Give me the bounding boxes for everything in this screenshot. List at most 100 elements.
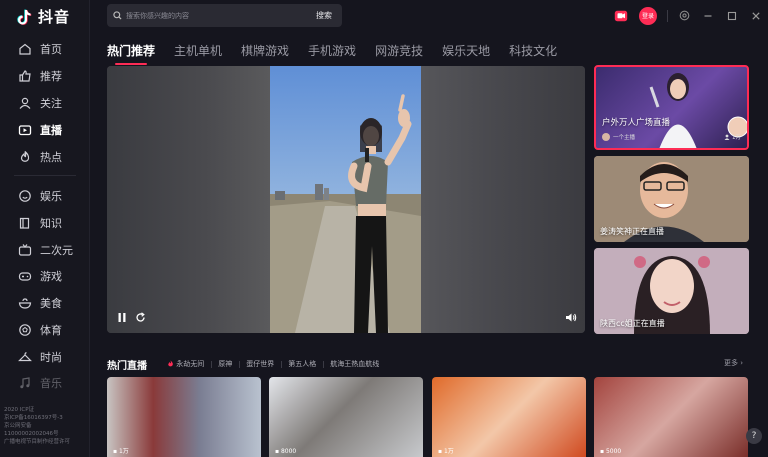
tab-mobile-games[interactable]: 手机游戏 [308, 42, 356, 59]
recommend-author: 一个主播 [602, 133, 635, 141]
search-input[interactable]: 搜索你感兴趣的内容 [126, 11, 306, 21]
recommend-caption: 姜涛笑神正在直播 [600, 227, 664, 236]
food-icon [18, 298, 32, 309]
sidebar-item-food[interactable]: 美食 [18, 293, 62, 313]
sidebar-item-knowledge[interactable]: 知识 [18, 213, 62, 233]
thumb-icon [19, 70, 31, 82]
toolbar-divider [667, 9, 668, 22]
live-video-player[interactable] [107, 66, 585, 333]
view-count: ▪ 5000 [600, 448, 622, 455]
sidebar-item-label: 二次元 [40, 244, 73, 257]
logo[interactable]: 抖音 [14, 6, 70, 27]
tab-online-games[interactable]: 网游竞技 [375, 42, 423, 59]
ball-icon [19, 324, 31, 336]
view-count: ▪ 1万 [438, 448, 454, 455]
hanger-icon [18, 352, 32, 362]
hot-live-thumb-4[interactable]: ▪ 5000 [594, 377, 748, 457]
viewer-count: 1万 [724, 133, 741, 141]
recommend-caption: 户外万人广场直播 [602, 118, 671, 128]
sidebar-item-music[interactable]: 音乐 [18, 373, 62, 393]
footer-line: 京ICP备16016397号-3 [4, 415, 63, 421]
sidebar-item-follow[interactable]: 关注 [18, 93, 62, 113]
help-button[interactable]: ? [746, 428, 762, 444]
chevron-right-icon: › [740, 359, 744, 367]
recommend-card-1[interactable]: 户外万人广场直播 一个主播 1万 [594, 65, 749, 150]
view-count-label: 1万 [118, 448, 129, 455]
sidebar-item-sports[interactable]: 体育 [18, 320, 62, 340]
tab-tech-culture[interactable]: 科技文化 [509, 42, 557, 59]
tab-board-games[interactable]: 棋牌游戏 [241, 42, 289, 59]
sidebar-item-recommend[interactable]: 推荐 [18, 66, 62, 86]
book-icon [19, 217, 30, 229]
hot-live-thumb-1[interactable]: ▪ 1万 [107, 377, 261, 457]
user-icon [19, 97, 31, 109]
sidebar-item-entertainment[interactable]: 娱乐 [18, 186, 62, 206]
sidebar-item-live[interactable]: 直播 [18, 120, 62, 140]
sidebar-item-label: 关注 [40, 97, 62, 110]
viewer-icon [724, 134, 730, 140]
refresh-button[interactable] [135, 312, 146, 323]
sidebar-item-label: 体育 [40, 324, 62, 337]
volume-button[interactable] [565, 312, 577, 323]
footer-line: 京公网安备 [4, 423, 32, 429]
view-count-label: 1万 [443, 448, 454, 455]
close-icon[interactable] [744, 4, 768, 27]
sidebar-item-label: 知识 [40, 217, 62, 230]
view-count-label: 8000 [280, 448, 297, 455]
sidebar-item-home[interactable]: 首页 [18, 39, 62, 59]
hot-category[interactable]: 原神 [211, 359, 239, 369]
sidebar-item-label: 热点 [40, 151, 62, 164]
hot-category[interactable]: 蛋仔世界 [239, 359, 281, 369]
sidebar-item-hot[interactable]: 热点 [18, 147, 62, 167]
recommend-caption: 陕西cc姐正在直播 [600, 319, 665, 328]
login-button[interactable]: 登录 [639, 6, 657, 25]
sidebar-item-label: 首页 [40, 43, 62, 56]
hot-category[interactable]: 永劫无间 [160, 359, 211, 369]
hot-live-categories: 永劫无间 原神 蛋仔世界 第五人格 航海王热血航线 [160, 359, 386, 369]
settings-icon[interactable] [672, 4, 696, 27]
sidebar-item-label: 直播 [40, 124, 62, 137]
recommend-card-2[interactable]: 姜涛笑神正在直播 [594, 156, 749, 242]
search-button[interactable]: 搜索 [306, 7, 342, 24]
douyin-logo-icon [14, 7, 34, 27]
sidebar: 抖音 首页 推荐 关注 直播 热点 娱乐 知识 二次元 游戏 美食 体育 时尚 … [0, 0, 90, 457]
video-blur-left [107, 66, 270, 333]
pause-button[interactable] [117, 312, 127, 323]
minimize-icon[interactable] [696, 4, 720, 27]
footer-line: 2020 ICP证 [4, 407, 35, 413]
tab-hot-recommend[interactable]: 热门推荐 [107, 42, 155, 65]
hot-category[interactable]: 第五人格 [281, 359, 323, 369]
hot-live-thumb-3[interactable]: ▪ 1万 [432, 377, 586, 457]
brand-name: 抖音 [38, 8, 71, 26]
sidebar-item-label: 游戏 [40, 270, 62, 283]
tv-icon [18, 244, 32, 256]
sidebar-item-anime[interactable]: 二次元 [18, 240, 73, 260]
hot-category-label: 永劫无间 [176, 360, 205, 368]
footer-line: 11000002002046号 [4, 431, 59, 437]
gamepad-icon [18, 272, 32, 281]
more-label: 更多 [724, 359, 738, 367]
tab-console-games[interactable]: 主机单机 [174, 42, 222, 59]
hot-live-thumb-2[interactable]: ▪ 8000 [269, 377, 423, 457]
category-tabs: 热门推荐 主机单机 棋牌游戏 手机游戏 网游竞技 娱乐天地 科技文化 [107, 42, 557, 65]
music-icon [20, 377, 30, 389]
video-blur-right [421, 66, 585, 333]
search-bar[interactable]: 搜索你感兴趣的内容 搜索 [107, 4, 342, 27]
sidebar-item-label: 美食 [40, 297, 62, 310]
maximize-icon[interactable] [720, 4, 744, 27]
sidebar-item-label: 推荐 [40, 70, 62, 83]
view-count: ▪ 1万 [113, 448, 129, 455]
pause-icon [118, 313, 126, 322]
live-record-icon[interactable] [609, 4, 633, 27]
author-avatar [602, 133, 610, 141]
sidebar-item-games[interactable]: 游戏 [18, 266, 62, 286]
hot-category[interactable]: 航海王热血航线 [323, 359, 386, 369]
recommend-card-3[interactable]: 陕西cc姐正在直播 [594, 248, 749, 334]
smile-icon [19, 190, 31, 202]
more-link[interactable]: 更多 › [724, 358, 743, 368]
tab-entertainment[interactable]: 娱乐天地 [442, 42, 490, 59]
view-count: ▪ 8000 [275, 448, 297, 455]
sidebar-item-fashion[interactable]: 时尚 [18, 347, 62, 367]
hot-live-title: 热门直播 [107, 361, 147, 372]
window-controls: 登录 [609, 4, 768, 27]
